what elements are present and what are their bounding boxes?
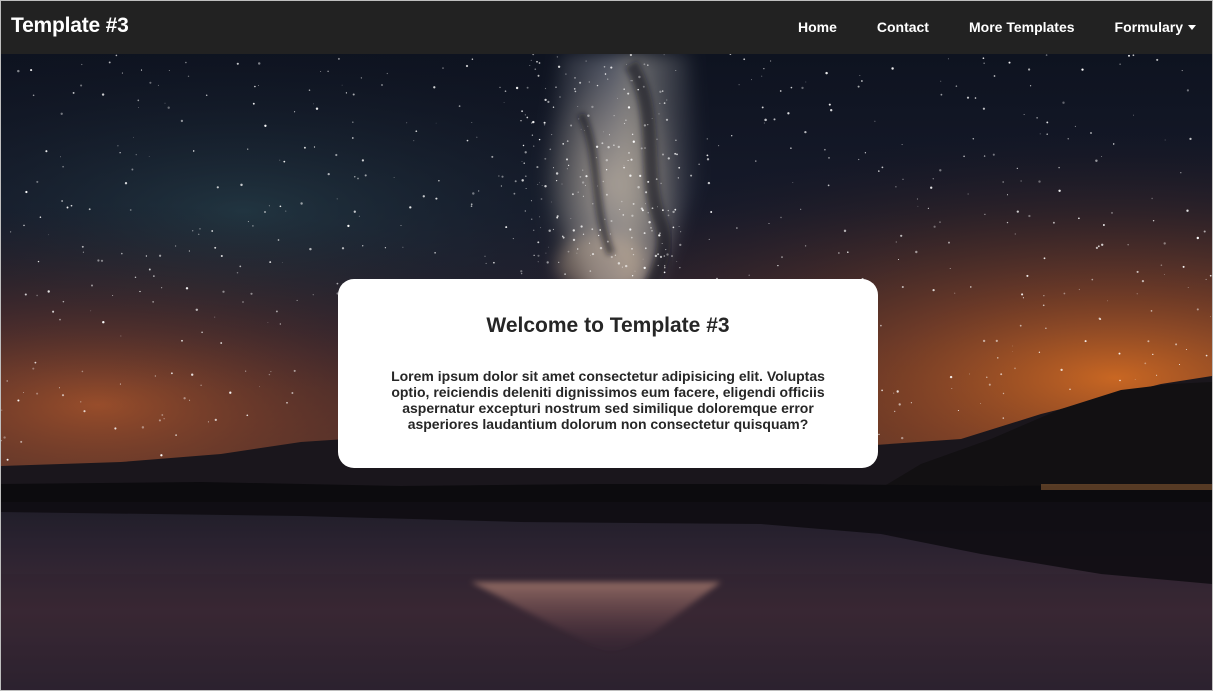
welcome-title: Welcome to Template #3: [486, 314, 730, 337]
nav-dropdown-formulary-label: Formulary: [1114, 19, 1183, 35]
welcome-text: Lorem ipsum dolor sit amet consectetur a…: [391, 368, 825, 432]
page: Template #3 Home Contact More Templates …: [0, 0, 1213, 691]
caret-down-icon: [1188, 25, 1196, 30]
nav-links: Home Contact More Templates Formulary: [778, 1, 1212, 54]
nav-link-more-templates[interactable]: More Templates: [949, 1, 1095, 54]
navbar: Template #3 Home Contact More Templates …: [1, 1, 1212, 54]
nav-dropdown-formulary[interactable]: Formulary: [1095, 1, 1212, 54]
welcome-card: Welcome to Template #3 Lorem ipsum dolor…: [338, 279, 878, 468]
nav-link-home[interactable]: Home: [778, 1, 857, 54]
nav-link-contact[interactable]: Contact: [857, 1, 949, 54]
brand-link[interactable]: Template #3: [11, 14, 129, 38]
